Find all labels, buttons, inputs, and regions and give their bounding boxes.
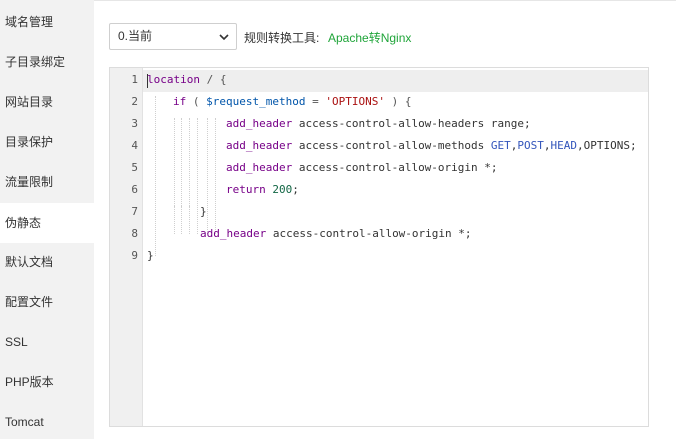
code-line-6: return 200; [226,183,299,197]
line-number: 3 [131,117,138,130]
code-line-5: add_header access-control-allow-origin *… [226,161,498,175]
code-token: access-control-allow-methods [292,139,491,152]
line-number: 9 [131,249,138,262]
code-line-3: add_header access-control-allow-headers … [226,117,531,131]
code-token: add_header [226,139,293,152]
code-token: } [200,205,207,218]
sidebar-item-domain-management[interactable]: 域名管理 [0,2,94,42]
code-token: if [173,95,187,108]
code-token: $request_method [206,95,306,108]
code-token: ; [292,183,299,196]
code-token: 'OPTIONS' [325,95,385,108]
line-number: 5 [131,161,138,174]
code-token: access-control-allow-origin *; [266,227,472,240]
chevron-down-icon [219,34,229,41]
code-token: access-control-allow-headers range; [292,117,531,130]
code-line-9: } [147,249,154,263]
sidebar-item-ssl[interactable]: SSL [0,322,94,362]
sidebar-item-site-directory[interactable]: 网站目录 [0,82,94,122]
code-token: ) { [384,95,412,108]
code-token: add_header [226,117,293,130]
sidebar-item-directory-protection[interactable]: 目录保护 [0,122,94,162]
code-token: GET [490,139,511,152]
sidebar-item-tomcat[interactable]: Tomcat [0,402,94,442]
code-token: } [147,249,154,262]
line-number: 4 [131,139,138,152]
indent-guide [181,206,182,228]
line-number: 1 [131,73,138,86]
version-select[interactable]: 0.当前 [109,23,237,50]
code-token: access-control-allow-origin *; [292,161,498,174]
indent-guide [189,206,190,228]
code-token: HEAD [550,139,578,152]
line-number: 7 [131,205,138,218]
line-number-gutter: 1 2 3 4 5 6 7 8 9 [110,68,143,426]
indent-guide [155,96,156,256]
code-token: return [226,183,266,196]
code-line-1: location / { [147,73,226,87]
code-token: add_header [226,161,293,174]
code-editor[interactable]: 1 2 3 4 5 6 7 8 9 location / { if ( $req… [109,67,649,427]
code-token: , [543,139,551,152]
version-select-value: 0.当前 [118,29,153,43]
indent-guide [215,118,216,234]
indent-guide [174,206,175,228]
code-token: ( [186,95,207,108]
code-token: 200 [265,183,293,196]
top-divider [94,0,676,1]
code-line-8: add_header access-control-allow-origin *… [200,227,472,241]
code-line-7: } [200,205,207,219]
code-token: location [147,73,200,86]
apache-to-nginx-link[interactable]: Apache转Nginx [328,29,411,46]
rule-converter-label: 规则转换工具: [244,31,320,45]
code-token: POST [517,139,544,152]
code-token: add_header [200,227,267,240]
code-token: / { [199,73,227,86]
code-line-4: add_header access-control-allow-methods … [226,139,637,153]
code-token: = [305,95,326,108]
indent-guide [197,118,198,234]
indent-guide [207,118,208,234]
sidebar-item-rewrite[interactable]: 伪静态 [0,203,94,243]
line-number: 8 [131,227,138,240]
sidebar: 域名管理 子目录绑定 网站目录 目录保护 流量限制 伪静态 默认文档 配置文件 … [0,0,94,439]
code-token: ,OPTIONS; [577,139,637,152]
line-number: 2 [131,95,138,108]
line-number: 6 [131,183,138,196]
sidebar-item-config-file[interactable]: 配置文件 [0,282,94,322]
sidebar-item-traffic-limit[interactable]: 流量限制 [0,162,94,202]
code-line-2: if ( $request_method = 'OPTIONS' ) { [173,95,411,109]
sidebar-item-subdirectory-binding[interactable]: 子目录绑定 [0,42,94,82]
sidebar-item-php-version[interactable]: PHP版本 [0,362,94,402]
sidebar-item-default-document[interactable]: 默认文档 [0,242,94,282]
